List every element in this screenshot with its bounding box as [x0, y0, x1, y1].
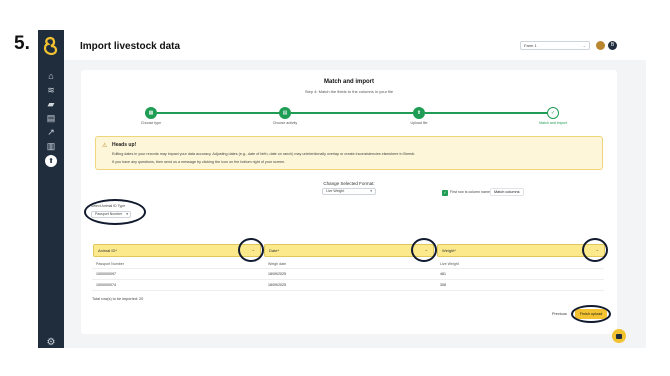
step-label: Choose type	[140, 121, 162, 125]
heads-up-alert: ⚠ Heads up! Editing dates in your record…	[95, 136, 603, 170]
step-connector	[157, 112, 283, 114]
clipboard-icon[interactable]: ▥	[44, 140, 58, 152]
chevron-down-icon[interactable]: ⌄	[596, 247, 599, 252]
animal-id-type-select[interactable]: Passport Number ▾	[91, 211, 131, 218]
upload-icon[interactable]: ⬆	[45, 155, 57, 167]
warning-icon: ⚠	[102, 143, 108, 149]
farm-select-value: Farm 1	[524, 43, 537, 48]
chart-icon[interactable]: ↗	[44, 126, 58, 138]
home-icon[interactable]: ⌂	[44, 70, 58, 82]
chevron-down-icon[interactable]: ⌄	[252, 247, 255, 252]
source-column-header: Live Weight	[440, 262, 459, 266]
import-card: Match and import Step 4: Match the field…	[81, 70, 617, 334]
first-row-label: First row is column names	[450, 190, 492, 194]
column-mapping-weight[interactable]: Weight* ⌄	[437, 244, 605, 257]
chevron-down-icon: ▾	[370, 189, 372, 193]
first-row-checkbox[interactable]: ✓	[442, 190, 448, 196]
step-number-marker: 5.	[14, 33, 30, 54]
table-cell: 308	[440, 283, 446, 287]
step-circle-choose-type: ▦	[145, 107, 157, 119]
animal-id-type-group: Select Animal ID Type Passport Number ▾	[91, 201, 141, 221]
finish-upload-button[interactable]: Finish upload	[575, 309, 607, 319]
chevron-down-icon[interactable]: ⌄	[425, 247, 428, 252]
row-divider	[92, 290, 604, 291]
chevron-down-icon: ▾	[126, 212, 128, 216]
alert-title: Heads up!	[112, 142, 137, 148]
cow-icon[interactable]: ▰	[44, 98, 58, 110]
column-mapping-animal-id[interactable]: Animal ID* ⌄	[93, 244, 261, 257]
match-columns-button[interactable]: Match columns	[490, 188, 524, 196]
column-mapping-date[interactable]: Date* ⌄	[264, 244, 434, 257]
step-circle-match-import: ✓	[547, 107, 559, 119]
animal-id-type-label: Select Animal ID Type	[91, 204, 126, 208]
table-cell: 1000000097	[96, 272, 116, 276]
gear-icon[interactable]: ⚙	[44, 336, 58, 348]
row-divider	[92, 279, 604, 280]
livestock-icon[interactable]: ≋	[44, 84, 58, 96]
column-field-label: Weight*	[442, 248, 456, 253]
column-field-label: Animal ID*	[98, 248, 117, 253]
step-label: Match and import	[539, 121, 567, 125]
row-divider	[92, 268, 604, 269]
format-select-value: Live Weight	[326, 189, 345, 193]
step-circle-upload-file: ⬆	[413, 107, 425, 119]
avatar[interactable]: B	[608, 41, 617, 50]
step-connector	[291, 112, 417, 114]
table-cell: 1000000074	[96, 283, 116, 287]
source-column-header: Passport Number	[96, 262, 124, 266]
step-connector	[425, 112, 551, 114]
card-title: Match and import	[323, 79, 374, 85]
chevron-down-icon: ⌄	[582, 43, 586, 48]
column-field-label: Date*	[269, 248, 280, 253]
sidebar: ⌂ ≋ ▰ ▤ ↗ ▥ ⬆ ⚙	[38, 30, 64, 348]
format-label: Change Selected Format:	[323, 181, 375, 186]
card-subtitle: Step 4: Match the fields to the columns …	[304, 89, 394, 94]
step-label: Upload file	[410, 121, 428, 125]
stepper: ▦ Choose type ▤ Choose activity ⬆ Upload…	[131, 107, 567, 131]
previous-button[interactable]: Previous	[552, 312, 567, 316]
chat-button[interactable]	[612, 329, 626, 343]
total-rows-text: Total row(s) to be imported: 20	[92, 297, 144, 301]
alert-text: Editing dates in your records may impact…	[112, 152, 416, 156]
table-cell: 481	[440, 272, 446, 276]
page-title: Import livestock data	[80, 41, 181, 52]
notification-icon[interactable]	[596, 41, 605, 50]
alert-text: If you have any questions, then send us …	[112, 160, 286, 164]
step-circle-choose-activity: ▤	[279, 107, 291, 119]
animal-id-type-value: Passport Number	[95, 212, 123, 216]
brand-logo	[43, 36, 58, 56]
format-select[interactable]: Live Weight ▾	[322, 188, 376, 195]
farm-select[interactable]: Farm 1 ⌄	[520, 41, 590, 50]
source-column-header: Weigh date	[268, 262, 287, 266]
chat-icon	[616, 333, 622, 339]
header: Import livestock data Farm 1 ⌄ B	[64, 30, 646, 60]
feed-icon[interactable]: ▤	[44, 112, 58, 124]
table-cell: 18/09/2025	[268, 283, 286, 287]
step-label: Choose activity	[272, 121, 298, 125]
app-main: Import livestock data Farm 1 ⌄ B Match a…	[64, 30, 646, 348]
table-cell: 18/09/2025	[268, 272, 286, 276]
